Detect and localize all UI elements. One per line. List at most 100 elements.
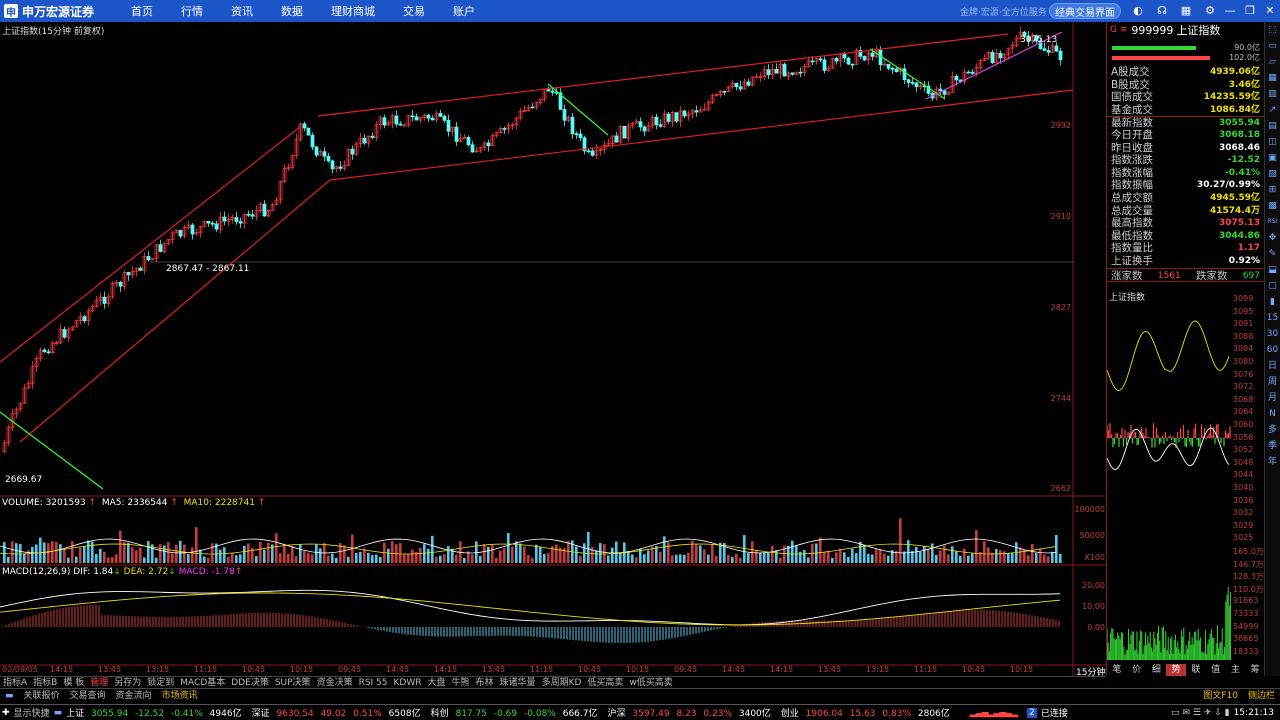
volume-bar — [307, 553, 310, 563]
mini-y-label: 3044 — [1233, 470, 1254, 480]
tool-icon[interactable]: ▤ — [1265, 118, 1280, 134]
candle-body — [578, 133, 583, 139]
tool-icon[interactable]: RSI — [1265, 214, 1280, 230]
ticker-item[interactable]: 科创 817.75 -0.69 -0.08% 666.7亿 — [431, 706, 602, 719]
kline-chart-area[interactable]: 上证指数(15分钟 前复权) 2669.67 3075.13 2867.47 -… — [0, 22, 1106, 678]
quote-tab[interactable]: 筹 — [1245, 664, 1265, 676]
quote-row-value: 41574.4万 — [1210, 205, 1260, 216]
menu-home[interactable]: 首页 — [117, 3, 167, 19]
indicator-tab[interactable]: 模 板 — [60, 677, 87, 688]
tool-icon[interactable]: 30 — [1265, 326, 1280, 342]
indicator-tab[interactable]: MACD基本 — [177, 677, 228, 688]
quick-display-label[interactable]: 显示快捷 — [14, 706, 50, 719]
indicator-tab[interactable]: w低买高卖 — [626, 677, 675, 688]
theme-icon[interactable]: ◐ — [1131, 4, 1145, 18]
volume-bar — [543, 554, 546, 563]
tool-icon[interactable]: ▨ — [1265, 166, 1280, 182]
tool-icon[interactable]: ✥ — [1265, 230, 1280, 246]
gear-icon[interactable]: ⚙ — [1203, 4, 1217, 18]
indicator-tab[interactable]: 牛熊 — [449, 677, 473, 688]
tool-icon[interactable]: ▮ — [1265, 294, 1280, 310]
quote-tab[interactable]: 值 — [1206, 664, 1226, 676]
quote-tab[interactable]: 主 — [1226, 664, 1246, 676]
minimize-icon[interactable]: — — [1223, 4, 1237, 18]
indicator-tab[interactable]: KDWR — [391, 677, 425, 688]
quote-tab[interactable]: 笔 — [1107, 664, 1127, 676]
menu-wealth-mall[interactable]: 理财商城 — [317, 3, 389, 19]
sub-panel-tab[interactable]: 市场资讯 — [157, 689, 203, 704]
candle-body — [894, 68, 899, 73]
ticker-item[interactable]: 创业 1906.04 15.63 0.83% 2806亿 — [781, 706, 954, 719]
candle-body — [1058, 50, 1063, 61]
plus-icon[interactable]: ✚ — [2, 708, 10, 718]
sub-panel-tab[interactable]: 资金流向 — [111, 689, 157, 704]
indicator-tab[interactable]: SUP决策 — [272, 677, 314, 688]
indicator-tab[interactable]: 资金决策 — [314, 677, 356, 688]
mini-y-label: 3052 — [1233, 445, 1254, 455]
indicator-tab[interactable]: 管理 — [87, 677, 111, 688]
headset-icon[interactable]: ☊ — [1155, 4, 1169, 18]
indicator-tab[interactable]: 另存为 — [111, 677, 144, 688]
tool-icon[interactable]: ▣ — [1265, 150, 1280, 166]
indicator-tab[interactable]: 珠诸华量 — [497, 677, 539, 688]
indicator-tab[interactable]: 大盘 — [425, 677, 449, 688]
quote-tab[interactable]: 势 — [1166, 664, 1186, 676]
menu-news[interactable]: 资讯 — [217, 3, 267, 19]
tool-icon[interactable]: 15 — [1265, 310, 1280, 326]
indicator-tab[interactable]: RSI 55 — [356, 677, 391, 688]
sub-panel-tab[interactable]: 交易查询 — [65, 689, 111, 704]
mini-y-label: 3076 — [1233, 369, 1254, 379]
quote-tab[interactable]: 细 — [1147, 664, 1167, 676]
ticker-item[interactable]: 上证 3055.94 -12.52 -0.41% 4946亿 — [66, 706, 246, 719]
menu-quotes[interactable]: 行情 — [167, 3, 217, 19]
tool-icon[interactable]: 月 — [1265, 390, 1280, 406]
grid-icon[interactable]: ▦ — [1179, 4, 1193, 18]
tool-icon[interactable]: ▥ — [1265, 86, 1280, 102]
menu-account[interactable]: 账户 — [439, 3, 489, 19]
indicator-tab[interactable]: 指标A — [0, 677, 30, 688]
tool-icon[interactable]: ⬓ — [1265, 262, 1280, 278]
classic-trade-button[interactable]: 经典交易界面 — [1049, 3, 1121, 19]
sub-panel-tab[interactable]: 关联报价 — [19, 689, 65, 704]
tool-icon[interactable]: ⊞ — [1265, 182, 1280, 198]
volume-bar — [35, 544, 38, 563]
tool-icon[interactable]: 多 — [1265, 422, 1280, 438]
tool-icon[interactable]: ✎ — [1265, 246, 1280, 262]
indicator-tab[interactable]: 锁定到 — [144, 677, 177, 688]
side-tab[interactable]: 侧边栏 — [1243, 689, 1280, 704]
close-icon[interactable]: ✕ — [1263, 4, 1277, 18]
ticker-item[interactable]: 沪深 3597.49 8.23 0.23% 3400亿 — [608, 706, 775, 719]
tool-icon[interactable]: 日 — [1265, 358, 1280, 374]
tool-icon[interactable]: ▭ — [1265, 38, 1280, 54]
indicator-tab[interactable]: DDE决策 — [228, 677, 272, 688]
quote-row: 指数涨幅 -0.41% — [1107, 167, 1264, 180]
volume-bar — [159, 544, 162, 563]
maximize-icon[interactable]: ❐ — [1243, 4, 1257, 18]
tool-icon[interactable]: ▢ — [1265, 278, 1280, 294]
tool-icon[interactable]: 周 — [1265, 374, 1280, 390]
tool-icon[interactable]: 季 — [1265, 438, 1280, 454]
mini-intraday-chart[interactable] — [1107, 300, 1231, 662]
indicator-tab[interactable]: 低买高卖 — [584, 677, 626, 688]
tool-icon[interactable]: N — [1265, 406, 1280, 422]
side-tab[interactable]: 图文F10 — [1198, 689, 1243, 704]
tool-icon[interactable]: ▩ — [1265, 198, 1280, 214]
tool-icon[interactable]: ▱ — [1265, 54, 1280, 70]
tool-icon[interactable]: ◫ — [1265, 134, 1280, 150]
tool-icon[interactable]: 60 — [1265, 342, 1280, 358]
indicator-tab[interactable]: 多周期KD — [539, 677, 585, 688]
tool-icon[interactable]: 年 — [1265, 454, 1280, 470]
volume-bar — [1019, 547, 1022, 563]
indicator-tab[interactable]: 布林 — [473, 677, 497, 688]
panel-toggle-icon[interactable]: ▬ — [0, 689, 19, 704]
chart-canvas[interactable] — [0, 22, 1106, 676]
tool-icon[interactable]: ▦ — [1265, 70, 1280, 86]
quote-tab[interactable]: 价 — [1127, 664, 1147, 676]
menu-trade[interactable]: 交易 — [389, 3, 439, 19]
quote-tab[interactable]: 联 — [1186, 664, 1206, 676]
ticker-item[interactable]: 深证 9630.54 49.02 0.51% 6508亿 — [252, 706, 425, 719]
indicator-tab[interactable]: 指标B — [30, 677, 60, 688]
tool-icon[interactable]: ⬚ — [1265, 22, 1280, 38]
menu-data[interactable]: 数据 — [267, 3, 317, 19]
tool-icon[interactable]: ↗ — [1265, 102, 1280, 118]
